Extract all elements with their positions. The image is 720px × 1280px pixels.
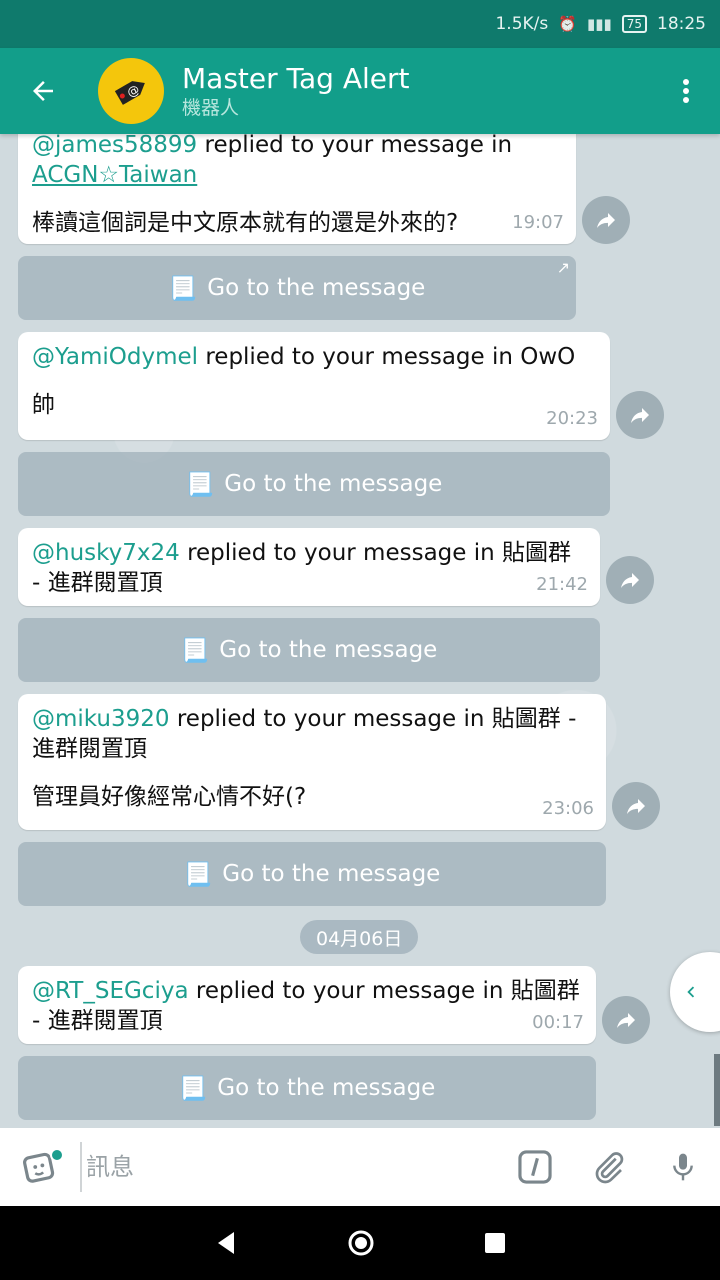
tag-at-icon: @ <box>114 81 145 105</box>
message-text: replied to your message in OwO <box>198 344 576 370</box>
message-time: 19:07 <box>512 212 564 233</box>
clock: 18:25 <box>657 14 706 34</box>
scrollbar[interactable] <box>714 1054 720 1126</box>
scroll-icon: 📃 <box>185 471 215 498</box>
scroll-icon: 📃 <box>180 637 210 664</box>
dot <box>683 97 689 103</box>
share-arrow-icon <box>621 573 639 588</box>
share-button[interactable] <box>602 996 650 1044</box>
date-divider: 04月06日 <box>300 920 419 954</box>
message-header: @YamiOdymel replied to your message in O… <box>32 342 596 372</box>
slash-command-icon <box>518 1150 552 1184</box>
chat-subtitle: 機器人 <box>182 97 240 119</box>
go-to-message-button[interactable]: 📃 Go to the message <box>18 842 606 906</box>
scroll-icon: 📃 <box>178 1075 208 1102</box>
share-button[interactable] <box>616 391 664 439</box>
scroll-icon: 📃 <box>168 275 198 302</box>
username-link[interactable]: @james58899 <box>32 134 197 158</box>
external-arrow-icon: ↗ <box>556 258 570 277</box>
message-body: 棒讀這個詞是中文原本就有的還是外來的? <box>32 210 459 236</box>
message-time: 20:23 <box>546 408 598 429</box>
message-bubble[interactable]: @husky7x24 replied to your message in 貼圖… <box>18 528 600 606</box>
sticker-button[interactable] <box>0 1128 80 1206</box>
title-box[interactable]: Master Tag Alert 機器人 <box>182 62 409 120</box>
chevron-left-icon <box>687 986 695 998</box>
dot <box>683 79 689 85</box>
message-time: 23:06 <box>542 798 594 819</box>
share-button[interactable] <box>606 556 654 604</box>
share-arrow-icon <box>627 799 645 814</box>
message-time: 21:42 <box>536 574 588 595</box>
system-nav-bar <box>0 1206 720 1280</box>
go-button-label: Go to the message <box>219 637 438 663</box>
signal-icon: ▮▮▮ <box>586 15 612 33</box>
bot-avatar[interactable]: @ <box>98 58 164 124</box>
network-speed: 1.5K/s <box>495 14 549 34</box>
more-menu-button[interactable] <box>676 76 696 108</box>
message-body: 管理員好像經常心情不好(? <box>32 784 307 810</box>
username-link[interactable]: @miku3920 <box>32 706 170 732</box>
nav-recents-icon[interactable] <box>484 1232 506 1254</box>
chat-area[interactable]: @james58899 replied to your message in A… <box>0 134 720 1128</box>
message-header: @miku3920 replied to your message in 貼圖群… <box>32 704 592 764</box>
message-header: @husky7x24 replied to your message in 貼圖… <box>32 538 586 598</box>
scroll-icon: 📃 <box>183 861 213 888</box>
share-arrow-icon <box>617 1013 635 1028</box>
go-button-label: Go to the message <box>217 1075 436 1101</box>
chat-title: Master Tag Alert <box>182 62 410 95</box>
status-bar: 1.5K/s ⏰ ▮▮▮ 75 18:25 <box>0 0 720 48</box>
voice-record-button[interactable] <box>646 1128 720 1206</box>
battery-icon: 75 <box>621 15 647 33</box>
share-arrow-icon <box>631 408 649 423</box>
go-button-label: Go to the message <box>224 471 443 497</box>
message-bubble[interactable]: @miku3920 replied to your message in 貼圖群… <box>18 694 606 830</box>
username-link[interactable]: @RT_SEGciya <box>32 978 189 1004</box>
message-body: 帥 <box>32 392 55 418</box>
side-panel-toggle[interactable] <box>670 952 720 1032</box>
message-input-bar <box>0 1128 720 1206</box>
microphone-icon <box>673 1153 693 1181</box>
go-to-message-button[interactable]: 📃 Go to the message <box>18 1056 596 1120</box>
message-header: @RT_SEGciya replied to your message in 貼… <box>32 976 582 1036</box>
message-bubble[interactable]: @james58899 replied to your message in A… <box>18 134 576 244</box>
share-arrow-icon <box>597 213 615 228</box>
chat-header: @ Master Tag Alert 機器人 <box>0 48 720 134</box>
share-button[interactable] <box>612 782 660 830</box>
back-button[interactable] <box>0 48 86 134</box>
dot <box>683 88 689 94</box>
message-time: 00:17 <box>532 1012 584 1033</box>
username-link[interactable]: @YamiOdymel <box>32 344 198 370</box>
paperclip-icon <box>595 1152 624 1184</box>
notification-dot <box>50 1148 64 1162</box>
arrow-left-icon <box>33 81 53 101</box>
go-to-message-button[interactable]: 📃 Go to the message <box>18 618 600 682</box>
share-button[interactable] <box>582 196 630 244</box>
username-link[interactable]: @husky7x24 <box>32 540 180 566</box>
bot-command-button[interactable] <box>498 1128 572 1206</box>
attach-button[interactable] <box>572 1128 646 1206</box>
alarm-icon: ⏰ <box>558 15 577 33</box>
nav-home-icon[interactable] <box>347 1229 375 1257</box>
message-bubble[interactable]: @RT_SEGciya replied to your message in 貼… <box>18 966 596 1044</box>
message-header: @james58899 replied to your message in <box>32 134 562 160</box>
group-link[interactable]: ACGN☆Taiwan <box>32 162 197 188</box>
nav-back-icon[interactable] <box>214 1230 238 1256</box>
go-to-message-button[interactable]: 📃 Go to the message <box>18 452 610 516</box>
go-button-label: Go to the message <box>222 861 441 887</box>
go-button-label: Go to the message <box>207 275 426 301</box>
message-bubble[interactable]: @YamiOdymel replied to your message in O… <box>18 332 610 440</box>
go-to-message-button[interactable]: 📃 Go to the message ↗ <box>18 256 576 320</box>
message-text: replied to your message in <box>197 134 513 158</box>
message-input[interactable] <box>80 1142 498 1192</box>
